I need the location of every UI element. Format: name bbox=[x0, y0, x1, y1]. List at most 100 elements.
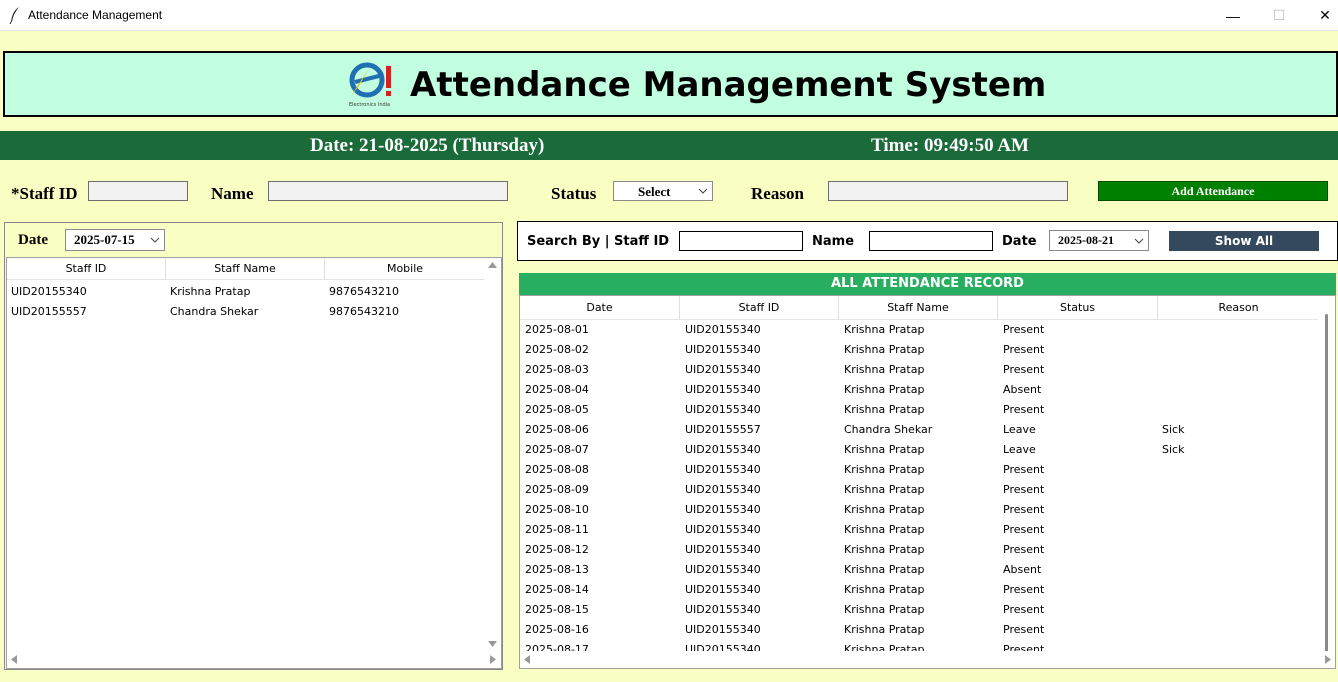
cell-status: Present bbox=[1003, 363, 1045, 376]
scroll-left-icon[interactable] bbox=[11, 655, 17, 664]
scroll-thumb[interactable] bbox=[1325, 314, 1328, 654]
cell-staff-id: UID20155340 bbox=[685, 623, 761, 636]
left-date-select[interactable]: 2025-07-15 bbox=[65, 229, 165, 251]
reason-label: Reason bbox=[751, 184, 804, 203]
table-row[interactable]: 2025-08-14 UID20155340 Krishna Pratap Prese… bbox=[520, 580, 1319, 600]
cell-status: Present bbox=[1003, 483, 1045, 496]
status-select-value: Select bbox=[638, 184, 671, 199]
cell-staff-name: Krishna Pratap bbox=[844, 323, 925, 336]
table-row[interactable]: 2025-08-16 UID20155340 Krishna Pratap Prese… bbox=[520, 620, 1319, 640]
table-row[interactable]: 2025-08-13 UID20155340 Krishna Pratap Absen… bbox=[520, 560, 1319, 580]
minimize-button[interactable]: — bbox=[1210, 0, 1256, 31]
staff-table: Staff ID Staff Name Mobile UID20155340 K… bbox=[6, 257, 502, 669]
cell-staff-name: Krishna Pratap bbox=[844, 463, 925, 476]
cell-staff-id: UID20155340 bbox=[685, 403, 761, 416]
name-input[interactable] bbox=[268, 181, 508, 201]
table-row[interactable]: UID20155340 Krishna Pratap 9876543210 bbox=[7, 282, 501, 302]
column-header-staff-name[interactable]: Staff Name bbox=[166, 258, 325, 280]
table-row[interactable]: 2025-08-05 UID20155340 Krishna Pratap Prese… bbox=[520, 400, 1319, 420]
cell-date: 2025-08-05 bbox=[525, 403, 589, 416]
cell-status: Present bbox=[1003, 403, 1045, 416]
horizontal-scrollbar[interactable] bbox=[7, 651, 496, 668]
scroll-down-icon[interactable] bbox=[488, 641, 497, 647]
table-row[interactable]: 2025-08-04 UID20155340 Krishna Pratap Absen… bbox=[520, 380, 1319, 400]
status-label: Status bbox=[551, 184, 597, 203]
show-all-button[interactable]: Show All bbox=[1169, 231, 1319, 251]
search-date-value: 2025-08-21 bbox=[1058, 233, 1114, 247]
cell-status: Present bbox=[1003, 343, 1045, 356]
cell-staff-name: Krishna Pratap bbox=[844, 623, 925, 636]
window-titlebar: Attendance Management — ☐ ✕ bbox=[0, 0, 1338, 31]
cell-status: Present bbox=[1003, 523, 1045, 536]
search-staff-id-input[interactable] bbox=[679, 231, 803, 251]
search-date-select[interactable]: 2025-08-21 bbox=[1049, 230, 1149, 251]
cell-date: 2025-08-07 bbox=[525, 443, 589, 456]
cell-date: 2025-08-09 bbox=[525, 483, 589, 496]
cell-staff-id: UID20155340 bbox=[685, 583, 761, 596]
table-row[interactable]: 2025-08-10 UID20155340 Krishna Pratap Prese… bbox=[520, 500, 1319, 520]
close-button[interactable]: ✕ bbox=[1302, 0, 1338, 31]
cell-date: 2025-08-11 bbox=[525, 523, 589, 536]
cell-staff-name: Krishna Pratap bbox=[844, 363, 925, 376]
table-row[interactable]: UID20155557 Chandra Shekar 9876543210 bbox=[7, 302, 501, 322]
add-attendance-button[interactable]: Add Attendance bbox=[1098, 181, 1328, 201]
name-label: Name bbox=[211, 184, 254, 203]
column-header-staff-id[interactable]: Staff ID bbox=[7, 258, 166, 280]
cell-status: Present bbox=[1003, 603, 1045, 616]
cell-date: 2025-08-06 bbox=[525, 423, 589, 436]
staff-id-label: *Staff ID bbox=[11, 184, 78, 203]
table-row[interactable]: 2025-08-02 UID20155340 Krishna Pratap Prese… bbox=[520, 340, 1319, 360]
column-header-status[interactable]: Status bbox=[998, 296, 1158, 320]
table-row[interactable]: 2025-08-09 UID20155340 Krishna Pratap Prese… bbox=[520, 480, 1319, 500]
cell-date: 2025-08-15 bbox=[525, 603, 589, 616]
table-row[interactable]: 2025-08-06 UID20155557 Chandra Shekar Leave… bbox=[520, 420, 1319, 440]
column-header-staff-name[interactable]: Staff Name bbox=[839, 296, 998, 320]
cell-staff-name: Krishna Pratap bbox=[844, 603, 925, 616]
table-row[interactable]: 2025-08-11 UID20155340 Krishna Pratap Prese… bbox=[520, 520, 1319, 540]
column-header-staff-id[interactable]: Staff ID bbox=[680, 296, 839, 320]
status-select[interactable]: Select bbox=[613, 181, 713, 201]
cell-date: 2025-08-10 bbox=[525, 503, 589, 516]
cell-staff-id: UID20155340 bbox=[11, 285, 87, 298]
table-row[interactable]: 2025-08-12 UID20155340 Krishna Pratap Prese… bbox=[520, 540, 1319, 560]
cell-staff-id: UID20155340 bbox=[685, 563, 761, 576]
table-row[interactable]: 2025-08-08 UID20155340 Krishna Pratap Prese… bbox=[520, 460, 1319, 480]
table-row[interactable]: 2025-08-03 UID20155340 Krishna Pratap Prese… bbox=[520, 360, 1319, 380]
table-row[interactable]: 2025-08-01 UID20155340 Krishna Pratap Prese… bbox=[520, 320, 1319, 340]
vertical-scrollbar[interactable] bbox=[1318, 296, 1335, 654]
cell-date: 2025-08-13 bbox=[525, 563, 589, 576]
cell-staff-id: UID20155340 bbox=[685, 463, 761, 476]
cell-staff-id: UID20155340 bbox=[685, 503, 761, 516]
search-name-input[interactable] bbox=[869, 231, 993, 251]
cell-staff-name: Krishna Pratap bbox=[844, 403, 925, 416]
left-date-value: 2025-07-15 bbox=[74, 232, 135, 247]
cell-status: Present bbox=[1003, 463, 1045, 476]
table-row[interactable]: 2025-08-07 UID20155340 Krishna Pratap Leave… bbox=[520, 440, 1319, 460]
cell-staff-id: UID20155557 bbox=[685, 423, 761, 436]
attendance-table: Date Staff ID Staff Name Status Reason 2… bbox=[519, 295, 1336, 669]
cell-status: Leave bbox=[1003, 423, 1036, 436]
table-row[interactable]: 2025-08-15 UID20155340 Krishna Pratap Prese… bbox=[520, 600, 1319, 620]
column-header-mobile[interactable]: Mobile bbox=[325, 258, 485, 280]
chevron-down-icon bbox=[698, 188, 708, 194]
electronics-india-logo: Electronics India bbox=[349, 62, 391, 108]
cell-date: 2025-08-14 bbox=[525, 583, 589, 596]
vertical-scrollbar[interactable] bbox=[484, 258, 501, 651]
cell-status: Present bbox=[1003, 543, 1045, 556]
scroll-right-icon[interactable] bbox=[1325, 655, 1331, 664]
cell-date: 2025-08-08 bbox=[525, 463, 589, 476]
scroll-right-icon[interactable] bbox=[490, 655, 496, 664]
column-header-date[interactable]: Date bbox=[520, 296, 680, 320]
cell-status: Absent bbox=[1003, 383, 1042, 396]
reason-input[interactable] bbox=[828, 181, 1068, 201]
cell-staff-id: UID20155557 bbox=[11, 305, 87, 318]
scroll-up-icon[interactable] bbox=[488, 262, 497, 268]
feather-icon bbox=[9, 7, 19, 24]
staff-id-input[interactable] bbox=[88, 181, 188, 201]
cell-date: 2025-08-03 bbox=[525, 363, 589, 376]
scroll-left-icon[interactable] bbox=[524, 655, 530, 664]
column-header-reason[interactable]: Reason bbox=[1158, 296, 1319, 320]
maximize-button[interactable]: ☐ bbox=[1256, 0, 1302, 31]
left-date-label: Date bbox=[18, 232, 48, 248]
horizontal-scrollbar[interactable] bbox=[520, 651, 1335, 668]
